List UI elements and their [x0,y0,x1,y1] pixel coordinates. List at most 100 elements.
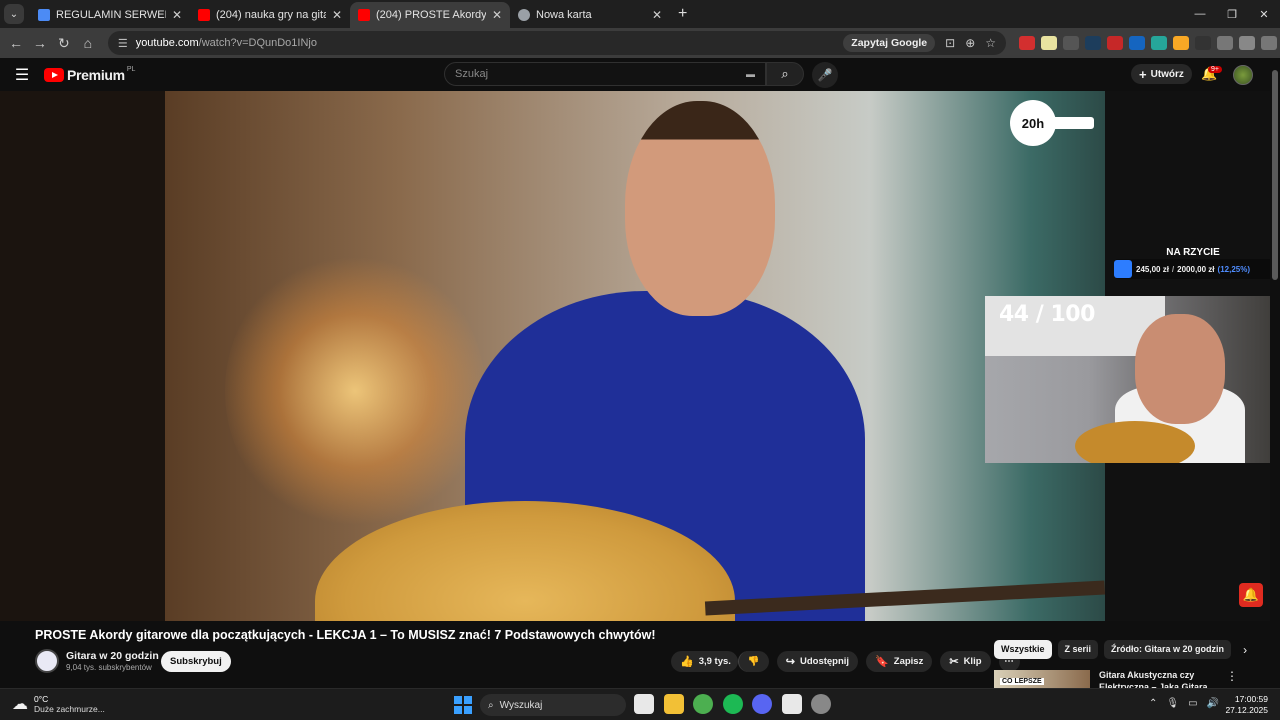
close-tab-icon[interactable]: ✕ [492,8,502,22]
video-actions: 👍 3,9 tys. 👎 ↪ Udostępnij 🔖 Zapisz ✂ Klip ⋯ [671,651,1028,672]
window-controls: — ❐ ✕ [1184,0,1280,28]
hamburger-menu-icon[interactable]: ☰ [0,65,44,85]
search-input[interactable]: Szukaj ▬ [444,62,766,86]
zoom-icon[interactable]: ⊕ [965,36,975,50]
extension-icon[interactable] [1041,36,1058,50]
recommended-video-title[interactable]: Gitara Akustyczna czy Elektryczna – Jaka… [1099,669,1219,689]
discord-icon[interactable] [752,694,772,714]
clip-label: Klip [963,656,982,667]
extension-icon[interactable] [1019,36,1036,50]
spotify-icon[interactable] [722,694,743,714]
page-scrollbar[interactable] [1270,58,1280,688]
logo-country: PL [126,66,136,73]
notepad-icon[interactable] [781,694,802,714]
network-icon[interactable]: ▭ [1188,698,1197,709]
avatar[interactable] [1233,65,1253,85]
youtube-favicon-icon [198,9,210,21]
install-icon[interactable]: ⊡ [945,36,955,50]
voice-search-icon[interactable]: 🎤 [812,62,838,88]
like-button[interactable]: 👍 3,9 tys. [671,651,738,672]
reload-icon[interactable]: ↻ [52,35,76,52]
extension-icon[interactable] [1063,36,1080,50]
chip-source[interactable]: Źródło: Gitara w 20 godzin [1104,640,1232,659]
site-info-icon[interactable]: ☰ [118,37,128,50]
share-button[interactable]: ↪ Udostępnij [776,651,859,672]
cloud-icon: ☁ [12,696,28,713]
close-tab-icon[interactable]: ✕ [652,8,662,22]
tab-search-icon[interactable]: ⌄ [4,4,24,24]
tab-regulamin[interactable]: REGULAMIN SERWERA NOVAC ✕ [30,2,190,28]
channel-name[interactable]: Gitara w 20 godzin [66,650,159,662]
clip-button[interactable]: ✂ Klip [940,651,991,672]
extension-icon[interactable] [1107,36,1124,50]
thumb-down-icon: 👎 [747,656,760,667]
video-player[interactable]: 20h NA RZYCIE 245,00 zł / 2000,00 zł (12… [0,91,1270,621]
restore-icon[interactable]: ❐ [1216,8,1248,21]
thumbnail-text: CO LEPSZE [1000,678,1044,685]
bookmark-star-icon[interactable]: ☆ [985,36,996,50]
extension-icon[interactable] [1195,36,1212,50]
notification-count-badge: 9+ [1208,66,1222,73]
tab-nowa-karta[interactable]: Nowa karta ✕ [510,2,670,28]
cam-counter: 44 / 100 [999,302,1095,327]
profile-icon[interactable] [1239,36,1256,50]
chip-all[interactable]: Wszystkie [994,640,1052,659]
chevron-up-icon[interactable]: ⌃ [1149,698,1157,709]
watermark-text: 20h [1010,100,1056,146]
minimize-icon[interactable]: — [1184,8,1216,20]
save-button[interactable]: 🔖 Zapisz [866,651,933,672]
file-explorer-icon[interactable] [663,694,684,714]
new-tab-icon[interactable]: + [678,5,687,23]
subscriber-count: 9,04 tys. subskrybentów [66,663,152,672]
donation-current: 245,00 zł [1136,264,1169,274]
back-icon[interactable]: ← [4,35,28,51]
extension-icon[interactable] [1151,36,1168,50]
keyboard-icon[interactable]: ▬ [746,69,755,79]
youtube-logo[interactable]: Premium PL [44,66,136,83]
chip-series[interactable]: Z serii [1057,640,1099,659]
extension-icon[interactable] [1173,36,1190,50]
tab-nauka-gry[interactable]: (204) nauka gry na gitarze - You ✕ [190,2,350,28]
task-view-icon[interactable] [634,694,654,714]
obs-icon[interactable] [811,694,831,714]
extension-icon[interactable] [1129,36,1146,50]
thumb-up-icon: 👍 [680,656,694,668]
home-icon[interactable]: ⌂ [76,35,100,51]
puzzle-icon[interactable] [1217,36,1234,50]
tab-title: REGULAMIN SERWERA NOVAC [56,9,166,21]
ask-google-button[interactable]: Zapytaj Google [843,34,936,52]
search-button[interactable]: ⌕ [766,62,804,86]
windows-start-icon[interactable] [454,696,472,714]
forward-icon[interactable]: → [28,35,52,51]
donation-goal: 2000,00 zł [1177,264,1215,274]
donation-goal-bar: 245,00 zł / 2000,00 zł (12,25%) [1114,259,1270,279]
more-vertical-icon[interactable]: ⋮ [1226,669,1238,683]
close-tab-icon[interactable]: ✕ [332,8,342,22]
recommended-video-thumbnail[interactable]: CO LEPSZE [994,670,1090,690]
weather-widget[interactable]: ☁ 0°C Duże zachmurze... [12,694,105,714]
volume-icon[interactable]: 🔊 [1207,698,1219,709]
video-letterbox-left [0,91,165,621]
close-window-icon[interactable]: ✕ [1248,8,1280,21]
close-tab-icon[interactable]: ✕ [172,8,182,22]
tab-proste-akordy[interactable]: (204) PROSTE Akordy gitarowe ✕ [350,2,510,28]
extensions-bar [1016,36,1280,50]
extension-icon[interactable] [1085,36,1102,50]
chevron-right-icon[interactable]: › [1243,643,1247,657]
subscribe-button[interactable]: Subskrybuj [161,651,231,672]
create-button[interactable]: + Utwórz [1131,64,1192,84]
menu-icon[interactable] [1261,36,1278,50]
taskbar-search[interactable]: ⌕ Wyszukaj [480,694,626,716]
microphone-icon[interactable]: 🎙 [1166,698,1179,709]
scrollbar-thumb[interactable] [1272,70,1278,280]
windows-taskbar: ☁ 0°C Duże zachmurze... ⌕ Wyszukaj ⌃ 🎙 ▭ … [0,688,1280,720]
channel-avatar[interactable] [35,649,59,673]
bookmark-icon: 🔖 [875,656,889,668]
floating-bell-icon[interactable]: 🔔 [1239,583,1263,607]
chrome-icon[interactable] [693,694,713,714]
share-icon: ↪ [785,656,795,668]
dislike-button[interactable]: 👎 [737,651,769,672]
clock[interactable]: 17:00:59 27.12.2025 [1224,694,1268,716]
address-bar[interactable]: ☰ youtube.com /watch?v=DQunDo1INjo Zapyt… [107,31,1007,55]
clock-time: 17:00:59 [1234,694,1268,704]
